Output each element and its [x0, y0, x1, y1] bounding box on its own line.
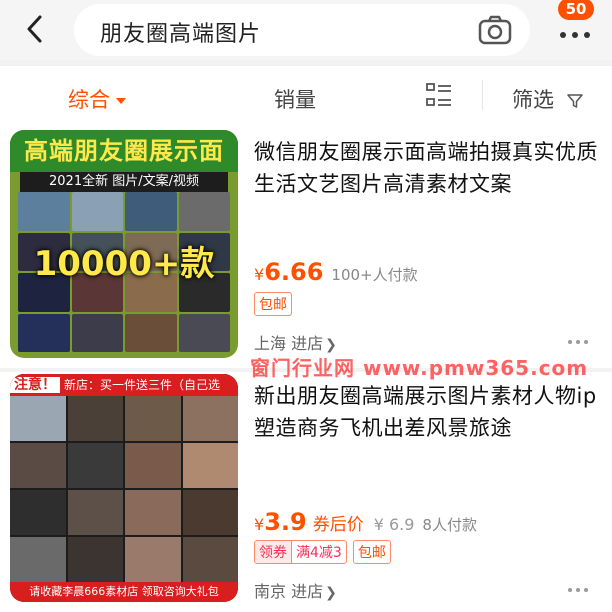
more-menu[interactable]: 50: [548, 0, 608, 56]
product-title-1[interactable]: 微信朋友圈展示面高端拍摄真实优质生活文艺图片高清素材文案: [254, 136, 604, 200]
site-watermark: 窗门行业网 www.pmw365.com: [250, 356, 589, 380]
price-2: 3.9: [264, 508, 307, 536]
caret-down-icon: [116, 98, 126, 104]
more-dots-icon[interactable]: [560, 32, 590, 38]
price-1: 6.66: [264, 258, 324, 286]
layout-grid-icon[interactable]: [426, 82, 452, 108]
free-shipping-tag: 包邮: [254, 292, 292, 316]
location-city: 上海: [254, 334, 287, 353]
thumb-notice-label: 注意！: [10, 377, 60, 393]
sort-divider: [482, 80, 483, 110]
filter-funnel-icon: [566, 94, 583, 108]
thumb-footer: 请收藏李晨666素材店 领取咨询大礼包: [10, 582, 238, 602]
search-query[interactable]: 朋友圈高端图片: [100, 16, 261, 48]
top-bar: 朋友圈高端图片 50: [0, 0, 612, 60]
sort-sales[interactable]: 销量: [274, 84, 316, 114]
product-card-1[interactable]: 高端朋友圈展示面 2021全新 图片/文案/视频 10000+款 微信朋友圈展示…: [0, 128, 612, 368]
currency-symbol: ¥: [254, 515, 265, 534]
product-title-2[interactable]: 新出朋友圈高端展示图片素材人物ip塑造商务飞机出差风景旅途: [254, 380, 604, 444]
sort-comprehensive-label: 综合: [68, 88, 110, 112]
tags-1: 包邮: [254, 292, 292, 316]
more-dots-icon[interactable]: [568, 588, 588, 592]
currency-symbol: ¥: [254, 265, 265, 284]
thumb-subheading: 2021全新 图片/文案/视频: [20, 172, 228, 192]
thumb-notice-text: 新店：买一件送三件（自己选: [64, 378, 221, 392]
tags-2: 领券 满4减3 包邮: [254, 540, 391, 564]
thumb-big-text: 10000+款: [33, 244, 215, 284]
paid-count-2: 8人付款: [422, 516, 477, 534]
enter-store-link[interactable]: 进店: [291, 334, 323, 353]
back-arrow-icon[interactable]: [18, 12, 52, 46]
original-price: ¥ 6.9: [373, 515, 415, 534]
coupon-tag-label: 领券: [255, 541, 291, 563]
thumb-notice: 注意！ 新店：买一件送三件（自己选: [10, 374, 238, 396]
thumb-photo-grid: [10, 396, 238, 582]
store-location-2[interactable]: 南京 进店 ❯: [254, 578, 337, 602]
store-location-1[interactable]: 上海 进店 ❯: [254, 330, 337, 354]
chevron-right-icon: ❯: [325, 585, 337, 601]
product-image-1[interactable]: 高端朋友圈展示面 2021全新 图片/文案/视频 10000+款: [10, 130, 238, 358]
enter-store-link[interactable]: 进店: [291, 582, 323, 601]
location-city: 南京: [254, 582, 287, 601]
camera-icon[interactable]: [478, 14, 512, 46]
price-row-2: ¥ 3.9 券后价 ¥ 6.9 8人付款: [254, 508, 477, 536]
price-row-1: ¥ 6.66 100+人付款: [254, 258, 418, 286]
chevron-right-icon: ❯: [325, 337, 337, 353]
product-card-2[interactable]: 注意！ 新店：买一件送三件（自己选 请收藏李晨666素材店 领取咨询大礼包 新出朋…: [0, 372, 612, 612]
paid-count-1: 100+人付款: [331, 266, 418, 284]
free-shipping-tag: 包邮: [352, 540, 391, 564]
product-image-2[interactable]: 注意！ 新店：买一件送三件（自己选 请收藏李晨666素材店 领取咨询大礼包: [10, 374, 238, 602]
more-dots-icon[interactable]: [568, 340, 588, 344]
sort-filter-label: 筛选: [512, 88, 554, 112]
sort-comprehensive[interactable]: 综合: [68, 84, 126, 114]
sort-bar: 综合 销量 筛选: [0, 66, 612, 128]
cart-count-badge: 50: [558, 0, 594, 20]
sort-filter[interactable]: 筛选: [512, 84, 583, 114]
coupon-tag[interactable]: 领券 满4减3: [254, 540, 347, 564]
thumb-heading: 高端朋友圈展示面: [10, 130, 238, 172]
search-box[interactable]: 朋友圈高端图片: [74, 4, 530, 56]
after-coupon-label: 券后价: [312, 515, 364, 535]
coupon-tag-value: 满4减3: [291, 541, 346, 563]
